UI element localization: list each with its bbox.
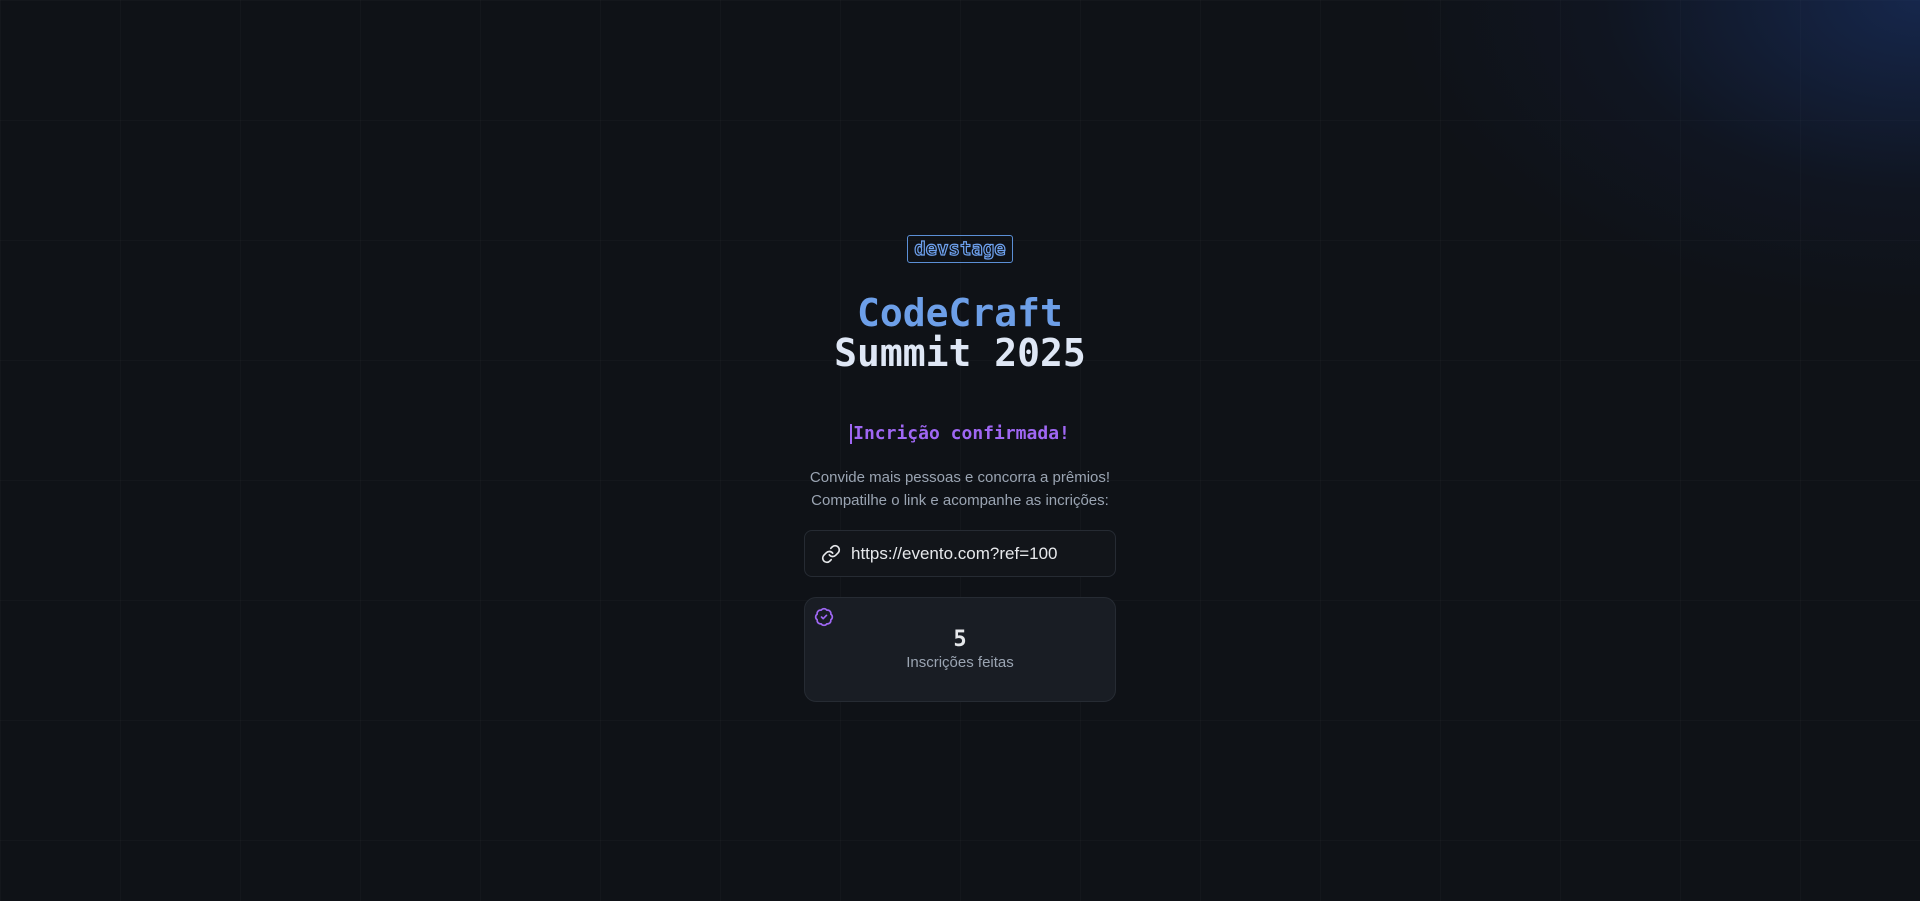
event-title: CodeCraft Summit 2025 — [834, 293, 1086, 373]
confirmation-heading: Incrição confirmada! — [850, 423, 1070, 444]
link-icon — [821, 544, 841, 564]
text-caret — [850, 423, 853, 444]
referral-stats-card: 5 Inscrições feitas — [804, 597, 1116, 702]
confirmation-panel: devstage CodeCraft Summit 2025 Incrição … — [804, 235, 1116, 702]
event-title-line2: Summit 2025 — [834, 331, 1086, 375]
badge-check-icon — [814, 607, 834, 627]
referral-count: 5 — [953, 626, 967, 652]
logo-text: devstage — [914, 237, 1007, 260]
invite-link-url[interactable]: https://evento.com?ref=100 — [851, 544, 1058, 564]
description-line2: Compatilhe o link e acompanhe as incriçõ… — [811, 492, 1109, 509]
event-title-line1: CodeCraft — [857, 291, 1063, 335]
confirmation-heading-text: Incrição confirmada! — [853, 423, 1070, 444]
description-line1: Convide mais pessoas e concorra a prêmio… — [809, 469, 1111, 486]
confirmation-description: Convide mais pessoas e concorra a prêmio… — [810, 466, 1110, 512]
referral-count-label: Inscrições feitas — [906, 653, 1014, 671]
devstage-logo: devstage — [907, 235, 1013, 263]
invite-link-field[interactable]: https://evento.com?ref=100 — [804, 530, 1116, 577]
